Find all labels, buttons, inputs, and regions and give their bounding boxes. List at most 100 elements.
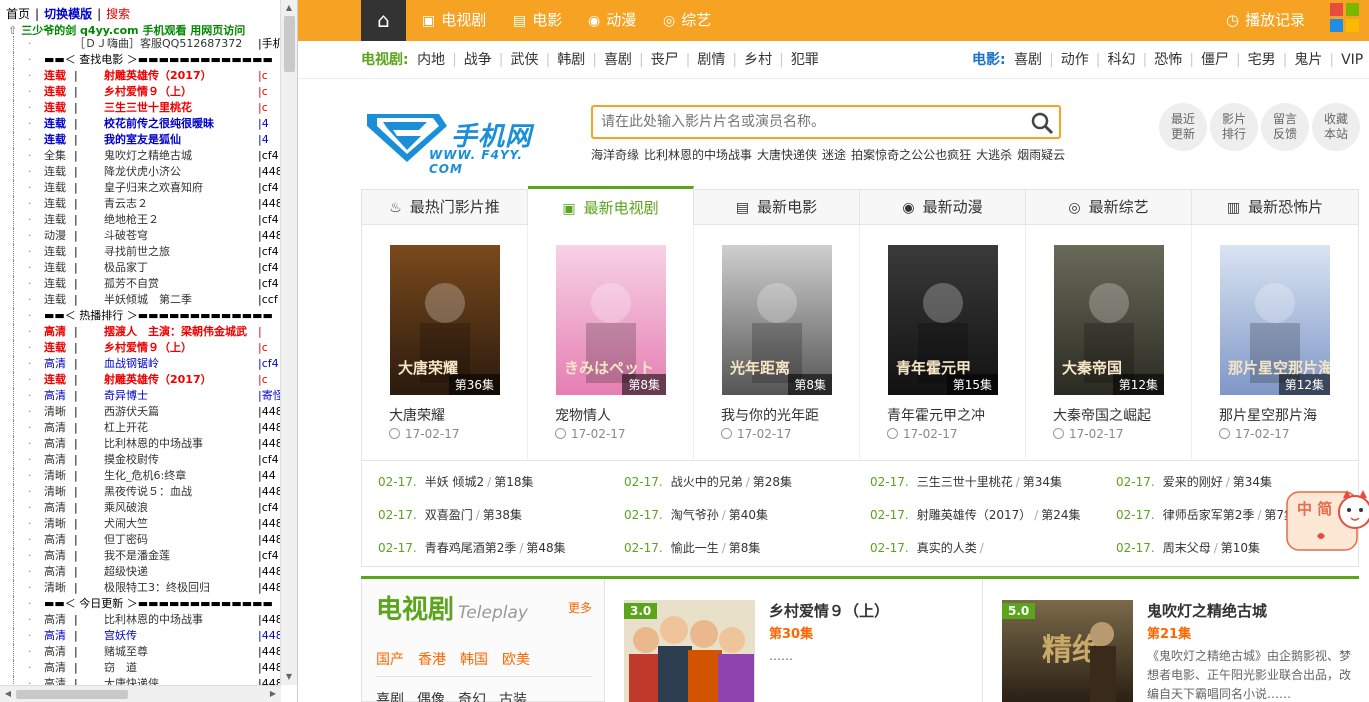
featured-show[interactable]: 5.0 精绝 鬼吹灯之精绝古城 第21集 《鬼吹灯之精绝古城》由企鹅影视、梦想者…: [1002, 579, 1359, 702]
tree-item[interactable]: · 高清 | 比利林恩的中场战事 |448: [0, 436, 281, 452]
hotword-link[interactable]: 烟雨疑云: [1017, 148, 1065, 162]
tree-item[interactable]: · 高清 | 宫妖传 |448: [0, 628, 281, 644]
card-poster[interactable]: きみはペット 第8集: [556, 245, 666, 395]
tree-item[interactable]: · 高清 | 摸金校尉传 |cf4: [0, 452, 281, 468]
update-item[interactable]: 02-17. 青春鸡尾酒第2季 / 第48集: [378, 538, 618, 558]
tv-category-link[interactable]: 战争: [464, 52, 492, 68]
movie-category-link[interactable]: 鬼片: [1294, 52, 1322, 68]
poster-card[interactable]: 那片星空那片海 第12集 那片星空那片海 17-02-17: [1192, 225, 1358, 461]
update-item[interactable]: 02-17. 三生三世十里桃花 / 第34集: [870, 472, 1110, 492]
region-link[interactable]: 韩国: [460, 652, 488, 668]
tree-item[interactable]: · 连载 | 降龙伏虎小济公 |448: [0, 164, 281, 180]
update-title[interactable]: 爱来的刚好: [1163, 475, 1223, 489]
update-title[interactable]: 周末父母: [1163, 541, 1211, 555]
hotword-link[interactable]: 比利林恩的中场战事: [644, 148, 752, 162]
tree-item[interactable]: · 清晰 | 西游伏夭篇 |448: [0, 404, 281, 420]
show-title[interactable]: 鬼吹灯之精绝古城: [1147, 600, 1267, 621]
card-poster[interactable]: 青年霍元甲 第15集: [888, 245, 998, 395]
scroll-thumb-horizontal[interactable]: [16, 690, 128, 699]
update-title[interactable]: 双喜盈门: [425, 508, 473, 522]
tree-item[interactable]: · 连载 | 孤芳不自赏 |cf4: [0, 276, 281, 292]
tab-latest-anime[interactable]: ◉ 最新动漫: [860, 190, 1026, 225]
tree-item[interactable]: · 高清 | 但丁密码 |448: [0, 532, 281, 548]
tv-category-link[interactable]: 剧情: [697, 52, 725, 68]
tree-item[interactable]: · 连载 | 极品家丁 |cf4: [0, 260, 281, 276]
home-button[interactable]: ⌂: [361, 0, 406, 41]
tree-item[interactable]: · 高清 | 我不是潘金莲 |cf4: [0, 548, 281, 564]
tree-item[interactable]: · 高清 | 超级快递 |448: [0, 564, 281, 580]
poster-card[interactable]: 大秦帝国 第12集 大秦帝国之崛起 17-02-17: [1026, 225, 1192, 461]
region-link[interactable]: 国产: [376, 652, 404, 668]
tree-section-header[interactable]: · ▬▬＜ 查找电影 ＞▬▬▬▬▬▬▬▬▬▬▬▬▬: [0, 52, 281, 68]
tv-category-link[interactable]: 乡村: [744, 52, 772, 68]
update-title[interactable]: 战火中的兄弟: [671, 475, 743, 489]
windows-logo-icon[interactable]: [1330, 3, 1360, 35]
tree-item[interactable]: · 清晰 | 黑夜传说５：血战 |448: [0, 484, 281, 500]
home-link[interactable]: 首页: [6, 7, 30, 21]
card-poster[interactable]: 那片星空那片海 第12集: [1220, 245, 1330, 395]
show-title[interactable]: 乡村爱情９（上）: [769, 600, 889, 621]
tree-section-header[interactable]: · ▬▬＜ 今日更新 ＞▬▬▬▬▬▬▬▬▬▬▬▬▬: [0, 596, 281, 612]
tree-item[interactable]: · 高清 | 杠上开花 |448: [0, 420, 281, 436]
update-title[interactable]: 三生三世十里桃花: [917, 475, 1013, 489]
tree-item[interactable]: · 连载 | 绝地枪王２ |cf4: [0, 212, 281, 228]
tree-item[interactable]: · 高清 | 血战钢锯岭 |cf4: [0, 356, 281, 372]
tree-item[interactable]: · 连载 | 皇子归来之欢喜知府 |cf4: [0, 180, 281, 196]
update-title[interactable]: 半妖 倾城2: [425, 475, 484, 489]
region-link[interactable]: 欧美: [502, 652, 530, 668]
card-title[interactable]: 大秦帝国之崛起: [1053, 405, 1188, 425]
movie-category-link[interactable]: 喜剧: [1014, 52, 1042, 68]
nav-variety[interactable]: ◎ 综艺: [663, 0, 711, 41]
hotword-link[interactable]: 拍案惊奇之公公也疯狂: [851, 148, 971, 162]
update-item[interactable]: 02-17. 淘气爷孙 / 第40集: [624, 505, 864, 525]
card-title[interactable]: 大唐荣耀: [389, 405, 524, 425]
tree-item[interactable]: · 连载 | 乡村爱情９（上） |c: [0, 340, 281, 356]
horizontal-scrollbar[interactable]: ◀ ▶: [0, 685, 281, 702]
tab-latest-movie[interactable]: ▤ 最新电影: [694, 190, 860, 225]
tree-section-header[interactable]: · ▬▬＜ 热播排行 ＞▬▬▬▬▬▬▬▬▬▬▬▬▬: [0, 308, 281, 324]
tree-item[interactable]: · 高清 | 奇异博士 |寄怪: [0, 388, 281, 404]
tab-hot[interactable]: ♨ 最热门影片推: [362, 190, 528, 225]
card-title[interactable]: 宠物情人: [555, 405, 690, 425]
scroll-up-icon[interactable]: ▲: [281, 0, 297, 16]
update-title[interactable]: 愉此一生: [671, 541, 719, 555]
tree-item[interactable]: · 连载 | 射雕英雄传（2017） |c: [0, 372, 281, 388]
tree-item[interactable]: · 连载 | 射雕英雄传（2017） |c: [0, 68, 281, 84]
scroll-left-icon[interactable]: ◀: [0, 686, 16, 702]
bookmark-button[interactable]: 收藏 本站: [1312, 103, 1360, 151]
tree-item[interactable]: · ［ＤＪ嗨曲］客服QQ512687372 |手机: [0, 36, 281, 52]
tv-category-link[interactable]: 内地: [417, 52, 445, 68]
update-item[interactable]: 02-17. 双喜盈门 / 第38集: [378, 505, 618, 525]
update-title[interactable]: 射雕英雄传（2017）: [917, 508, 1032, 522]
featured-show[interactable]: 3.0 乡村爱情９（上） 第30集 ……: [624, 579, 964, 702]
tree-item[interactable]: · 连载 | 寻找前世之旅 |cf4: [0, 244, 281, 260]
tree-item[interactable]: · 全集 | 鬼吹灯之精绝古城 |cf4: [0, 148, 281, 164]
switch-template-link[interactable]: 切换模版: [44, 7, 92, 21]
scroll-right-icon[interactable]: ▶: [265, 686, 281, 702]
tree-item[interactable]: · 高清 | 比利林恩的中场战事 |448: [0, 612, 281, 628]
update-item[interactable]: 02-17. 愉此一生 / 第8集: [624, 538, 864, 558]
movie-category-link[interactable]: 动作: [1061, 52, 1089, 68]
update-title[interactable]: 律师岳家军第2季: [1163, 508, 1255, 522]
card-poster[interactable]: 大秦帝国 第12集: [1054, 245, 1164, 395]
ranking-button[interactable]: 影片 排行: [1210, 103, 1258, 151]
genre-link[interactable]: 偶像: [417, 692, 445, 702]
tv-category-link[interactable]: 喜剧: [604, 52, 632, 68]
site-logo[interactable]: 手机网 WWW. F4YY. COM: [363, 104, 558, 176]
movie-category-link[interactable]: VIP: [1341, 52, 1363, 68]
tree-item[interactable]: · 清晰 | 犬闹大竺 |448: [0, 516, 281, 532]
card-poster[interactable]: 大唐荣耀 第36集: [390, 245, 500, 395]
tree-item[interactable]: · 高清 | 乘风破浪 |cf4: [0, 500, 281, 516]
update-title[interactable]: 青春鸡尾酒第2季: [425, 541, 517, 555]
play-record-button[interactable]: ◷ 播放记录: [1226, 0, 1305, 41]
card-poster[interactable]: 光年距离 第8集: [722, 245, 832, 395]
vertical-scrollbar[interactable]: ▲ ▼: [280, 0, 297, 685]
hotword-link[interactable]: 大逃杀: [976, 148, 1012, 162]
tree-item[interactable]: · 连载 | 乡村爱情９（上） |c: [0, 84, 281, 100]
card-title[interactable]: 那片星空那片海: [1219, 405, 1354, 425]
nav-movie[interactable]: ▤ 电影: [513, 0, 562, 41]
search-input[interactable]: [601, 107, 1021, 137]
floating-mascot-badge[interactable]: 中 简: [1285, 488, 1369, 554]
tree-item[interactable]: · 连载 | 校花前传之很纯很暧昧 |4: [0, 116, 281, 132]
tab-latest-variety[interactable]: ◎ 最新综艺: [1026, 190, 1192, 225]
